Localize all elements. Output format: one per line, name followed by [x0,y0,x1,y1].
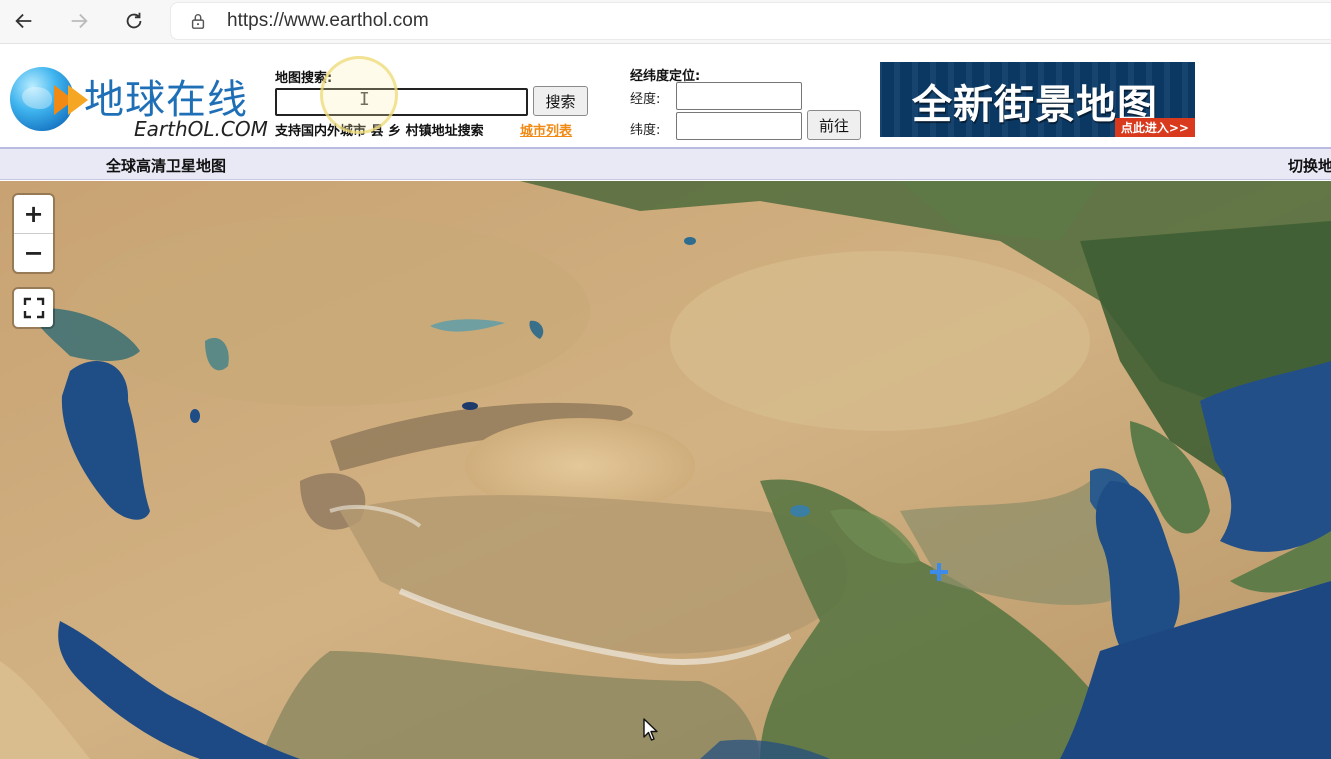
satellite-map[interactable]: + − [0,181,1331,759]
site-header: 地球在线 EarthOL.COM 地图搜索: I 搜索 支持国内外城市 县 乡 … [0,45,1331,147]
site-logo[interactable]: 地球在线 EarthOL.COM [8,65,273,141]
forward-icon [71,13,88,29]
longitude-label: 经度: [630,92,661,107]
back-button[interactable] [8,6,40,36]
zoom-control: + − [14,195,53,272]
latitude-label: 纬度: [630,123,661,138]
longitude-input[interactable] [676,82,802,110]
logo-name-en: EarthOL.COM [134,117,268,141]
mouse-pointer-icon [643,718,658,741]
fullscreen-icon [23,297,44,319]
url-text: https://www.earthol.com [227,10,429,31]
street-view-banner[interactable]: 全新街景地图 点此进入>> [880,62,1195,137]
map-title: 全球高清卫星地图 [106,157,227,175]
latitude-input[interactable] [676,112,802,140]
search-button[interactable]: 搜索 [533,86,588,116]
address-bar[interactable]: https://www.earthol.com [170,2,1331,40]
satellite-imagery [0,181,1331,759]
forward-button[interactable] [63,6,95,36]
back-icon [15,13,32,29]
go-button[interactable]: 前往 [807,110,861,140]
click-highlight [320,56,398,134]
city-list-link[interactable]: 城市列表 [520,120,572,139]
map-title-bar: 全球高清卫星地图 切换地 [0,147,1331,180]
search-input[interactable] [275,88,528,116]
location-marker-icon[interactable] [930,563,948,581]
browser-toolbar: https://www.earthol.com [0,0,1331,44]
switch-map-link[interactable]: 切换地 [1288,155,1331,176]
zoom-in-button[interactable]: + [14,195,53,233]
banner-cta[interactable]: 点此进入>> [1114,118,1195,137]
reload-icon [126,12,142,29]
zoom-out-button[interactable]: − [14,233,53,271]
lock-icon [191,14,205,29]
fullscreen-button[interactable] [14,289,53,327]
reload-button[interactable] [118,6,150,36]
